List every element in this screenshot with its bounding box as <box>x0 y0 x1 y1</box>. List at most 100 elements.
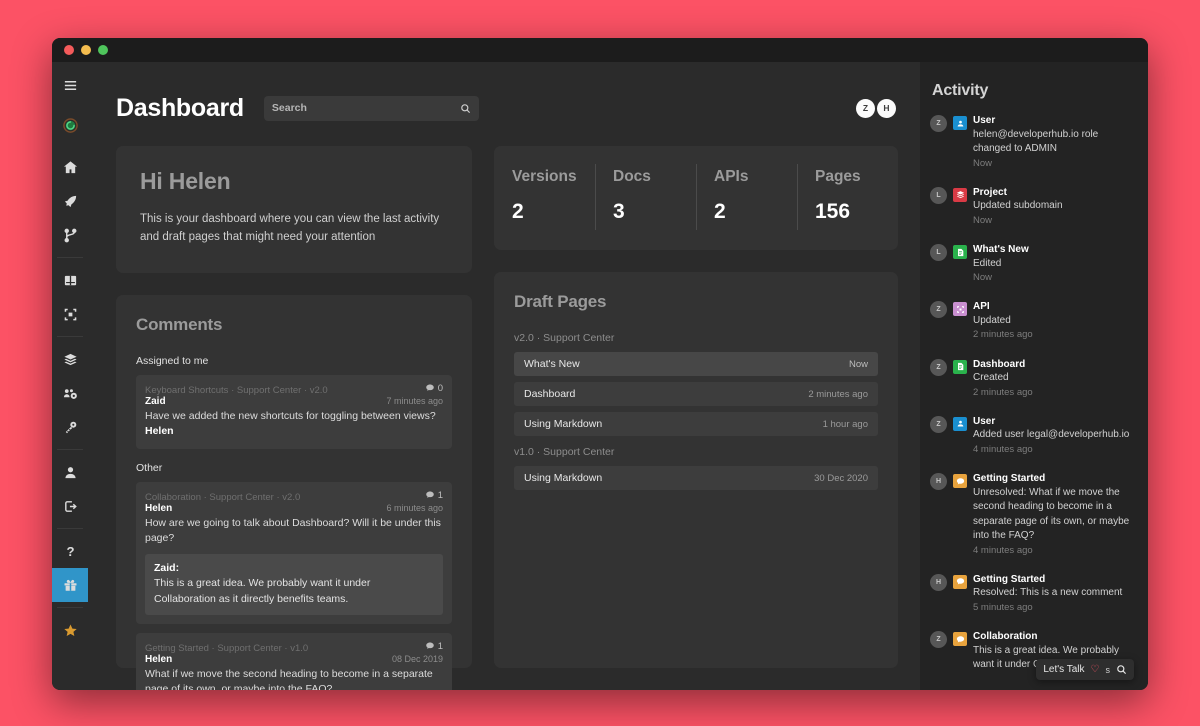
rail-divider <box>57 257 83 258</box>
activity-item-time: 5 minutes ago <box>973 601 1033 613</box>
comment-reply-count: 1 <box>425 641 443 652</box>
activity-item[interactable]: Z User Added user legal@developerhub.io 4 m… <box>930 415 1134 457</box>
star-icon <box>63 623 78 638</box>
sidebar-item-help[interactable]: ? <box>52 534 88 568</box>
activity-item-description: Unresolved: What if we move the second h… <box>973 486 1130 542</box>
sidebar-item-launch[interactable] <box>52 184 88 218</box>
comments-panel: Comments Assigned to me Keyboard Shortcu… <box>116 294 472 690</box>
avatar[interactable]: H <box>877 98 896 118</box>
sidebar-item-logo[interactable] <box>52 108 88 142</box>
sidebar-item-favorites[interactable] <box>52 613 88 647</box>
sidebar-item-pages[interactable] <box>52 263 88 297</box>
comment-count-value: 0 <box>437 382 443 394</box>
right-column: Versions 2 Docs 3 APIs 2 Pages 156 Draft… <box>494 146 898 668</box>
window-minimize-button[interactable] <box>81 45 91 55</box>
activity-body: Getting Started Resolved: This is a new c… <box>973 573 1134 615</box>
activity-item[interactable]: H Getting Started Resolved: This is a new … <box>930 573 1134 615</box>
team-settings-icon <box>63 386 78 401</box>
activity-item-description: Resolved: This is a new comment <box>973 587 1123 599</box>
sidebar-item-keys[interactable] <box>52 410 88 444</box>
activity-item-time: 2 minutes ago <box>973 329 1033 341</box>
stat-label: Versions <box>512 168 577 185</box>
comment-mention: Helen <box>145 425 174 438</box>
draft-row[interactable]: Dashboard 2 minutes ago <box>514 382 878 406</box>
sidebar-item-team[interactable] <box>52 376 88 410</box>
search-input[interactable] <box>271 102 460 114</box>
stat-value: 2 <box>512 200 524 223</box>
activity-avatar: H <box>930 473 947 490</box>
sidebar-item-project[interactable] <box>52 342 88 376</box>
branch-icon <box>63 228 78 243</box>
sidebar-rail: ? <box>52 62 88 690</box>
window-close-button[interactable] <box>64 45 74 55</box>
activity-item[interactable]: Z API Updated 2 minutes ago <box>930 300 1134 342</box>
logout-icon <box>63 499 78 514</box>
activity-title: Activity <box>932 82 989 99</box>
activity-item-time: Now <box>973 214 993 226</box>
sidebar-item-account[interactable] <box>52 455 88 489</box>
rail-divider <box>57 528 83 529</box>
comment-bubble-icon <box>425 641 435 651</box>
draft-name: What's New <box>524 358 580 370</box>
comment-item[interactable]: Collaboration · Support Center · v2.0 1 … <box>136 481 452 624</box>
activity-panel: Activity Z User helen@developerhub.io role… <box>920 62 1148 690</box>
activity-body: API Updated 2 minutes ago <box>973 300 1134 342</box>
activity-item-title: User <box>973 115 996 126</box>
activity-item-time: 4 minutes ago <box>973 443 1033 455</box>
activity-item[interactable]: Z User helen@developerhub.io role changed … <box>930 114 1134 171</box>
draft-name: Dashboard <box>524 388 576 400</box>
draft-row[interactable]: What's New Now <box>514 352 878 376</box>
activity-body: Getting Started Unresolved: What if we mo… <box>973 472 1134 558</box>
search-icon[interactable] <box>1116 664 1127 675</box>
comment-item[interactable]: Keyboard Shortcuts · Support Center · v2… <box>136 374 452 449</box>
search-icon[interactable] <box>460 103 471 114</box>
window-maximize-button[interactable] <box>98 45 108 55</box>
dashboard-content: Hi Helen This is your dashboard where yo… <box>88 136 920 690</box>
stats-card: Versions 2 Docs 3 APIs 2 Pages 156 <box>494 146 898 250</box>
user-icon <box>63 465 78 480</box>
sidebar-item-logout[interactable] <box>52 489 88 523</box>
draft-time: 1 hour ago <box>822 418 868 430</box>
gift-icon <box>63 578 78 593</box>
project-layers-icon <box>953 187 967 202</box>
stat-label: APIs <box>714 168 749 185</box>
activity-item[interactable]: Z Dashboard Created 2 minutes ago <box>930 358 1134 400</box>
comment-count-value: 1 <box>437 640 443 652</box>
activity-item-title: Getting Started <box>973 473 1046 484</box>
comment-item[interactable]: Getting Started · Support Center · v1.0 … <box>136 632 452 690</box>
activity-item[interactable]: H Getting Started Unresolved: What if we m… <box>930 472 1134 558</box>
comments-group-label: Assigned to me <box>136 354 209 367</box>
sidebar-item-menu[interactable] <box>52 68 88 102</box>
comment-reply: Zaid: This is a great idea. We probably … <box>145 553 443 615</box>
comment-icon <box>953 574 967 589</box>
sidebar-item-home[interactable] <box>52 150 88 184</box>
comment-body: Have we added the new shortcuts for togg… <box>145 410 436 423</box>
activity-item-time: 4 minutes ago <box>973 544 1033 556</box>
draft-time: 30 Dec 2020 <box>814 472 868 484</box>
activity-avatar: H <box>930 573 947 591</box>
activity-item-description: Updated <box>973 314 1011 326</box>
activity-item-time: 2 minutes ago <box>973 386 1033 398</box>
activity-avatar: Z <box>930 115 947 132</box>
activity-avatar: Z <box>930 301 947 319</box>
draft-group-label: v1.0 · Support Center <box>514 446 615 458</box>
sidebar-item-api[interactable] <box>52 297 88 331</box>
stat-value: 3 <box>613 200 625 223</box>
main-area: Dashboard Z H Hi <box>88 62 920 690</box>
avatar[interactable]: Z <box>856 98 875 118</box>
chat-widget[interactable]: Let's Talk ♡ s <box>1036 659 1134 680</box>
sidebar-item-versions[interactable] <box>52 218 88 252</box>
activity-item[interactable]: L Project Updated subdomain Now <box>930 186 1134 228</box>
sidebar-item-whats-new[interactable] <box>52 568 88 602</box>
hamburger-icon <box>63 78 78 93</box>
comment-icon <box>953 474 967 488</box>
draft-row[interactable]: Using Markdown 30 Dec 2020 <box>514 466 878 490</box>
draft-row[interactable]: Using Markdown 1 hour ago <box>514 412 878 436</box>
search-field[interactable] <box>263 95 479 121</box>
activity-item-description: Added user legal@developerhub.io <box>973 429 1130 441</box>
activity-item-title: API <box>973 301 990 313</box>
api-icon <box>63 307 78 322</box>
activity-avatar: Z <box>930 358 947 376</box>
comment-text: Have we added the new shortcuts for togg… <box>145 409 443 439</box>
activity-item[interactable]: L What's New Edited Now <box>930 243 1134 285</box>
